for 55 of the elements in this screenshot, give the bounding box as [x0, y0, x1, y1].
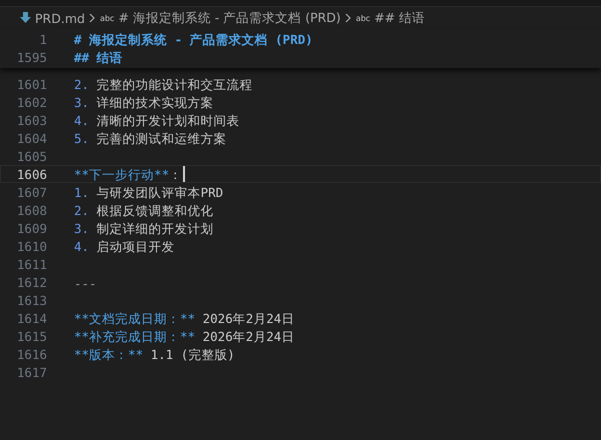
- line-number: 1613: [16, 292, 47, 308]
- line-number: 1617: [16, 364, 47, 380]
- line-number: 1608: [16, 202, 47, 218]
- breadcrumb-item[interactable]: abc # 海报定制系统 - 产品需求文档 (PRD): [100, 10, 341, 26]
- horizontal-rule-text: ---: [74, 276, 97, 290]
- chevron-icon: [344, 13, 352, 23]
- code-text: 3.: [74, 95, 90, 110]
- code-text: **补充完成日期：**: [74, 329, 196, 344]
- code-text: 详细的技术实现方案: [96, 95, 214, 110]
- heading-text: # 海报定制系统 - 产品需求文档 (PRD): [74, 32, 313, 47]
- code-text: 2.: [74, 77, 90, 92]
- line-number: 1606: [16, 166, 47, 182]
- code-text: 1.1 (完整版): [150, 347, 235, 362]
- line-number: 1615: [16, 328, 47, 344]
- code-text: 5.: [74, 131, 90, 146]
- line-number: 1604: [16, 130, 47, 146]
- line-number: 1614: [16, 310, 47, 326]
- line-number: 1610: [16, 238, 47, 254]
- code-text: 制定详细的开发计划: [96, 221, 214, 236]
- line-number: 1603: [16, 112, 47, 128]
- code-text: **下一步行动**: [74, 167, 170, 182]
- code-text: ：: [169, 167, 182, 182]
- line-number: 1609: [16, 220, 47, 236]
- breadcrumb-item[interactable]: PRD.md: [20, 10, 85, 26]
- chevron-icon: [88, 13, 96, 23]
- code-text: 4.: [74, 113, 90, 128]
- text-cursor: [183, 166, 186, 182]
- code-text: **文档完成日期：**: [74, 311, 196, 326]
- code-text: 完整的功能设计和交互流程: [96, 77, 253, 92]
- symbol-icon: abc: [100, 14, 114, 22]
- code-text: 2.: [74, 203, 90, 218]
- code-text: 2026年2月24日: [202, 311, 294, 326]
- line-number: 1611: [16, 256, 47, 272]
- code-text: 完善的测试和运维方案: [96, 131, 227, 146]
- symbol-icon: abc: [356, 14, 370, 22]
- heading-text: ## 结语: [74, 50, 123, 65]
- line-number: 1595: [16, 50, 47, 64]
- breadcrumb-item[interactable]: abc ## 结语: [356, 10, 426, 26]
- code-text: 根据反馈调整和优化: [96, 203, 214, 218]
- code-text: 4.: [74, 239, 90, 254]
- code-text: 3.: [74, 221, 90, 236]
- line-number: 1612: [16, 274, 47, 290]
- line-number: 1616: [16, 346, 47, 362]
- line-number: 1601: [16, 76, 47, 92]
- line-number: 1607: [16, 184, 47, 200]
- line-number: 1605: [16, 148, 47, 164]
- download-arrow-icon: [20, 12, 31, 24]
- code-text: 2026年2月24日: [202, 329, 294, 344]
- code-text: 启动项目开发: [96, 239, 175, 254]
- code-text: **版本：**: [74, 347, 144, 362]
- code-text: 与研发团队评审本PRD: [96, 185, 224, 200]
- code-text: 清晰的开发计划和时间表: [96, 113, 240, 128]
- line-number: 1602: [16, 94, 47, 110]
- line-number: 1: [38, 32, 47, 46]
- code-text: 1.: [74, 185, 90, 200]
